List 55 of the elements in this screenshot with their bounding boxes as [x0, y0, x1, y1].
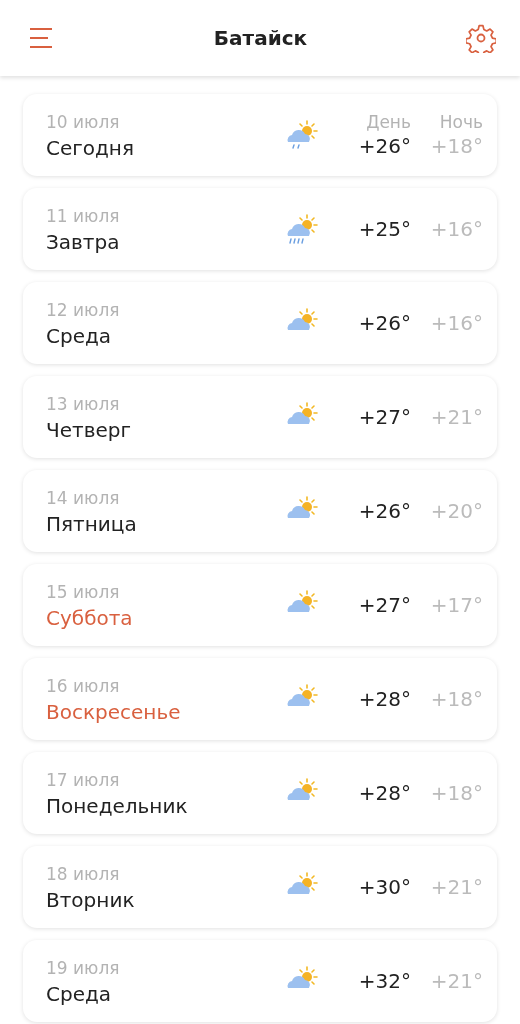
menu-icon[interactable]	[29, 27, 55, 49]
day-name: Сегодня	[46, 136, 135, 160]
date-label: 16 июля	[46, 676, 121, 696]
day-temperature: +32°	[358, 969, 411, 993]
date-label: 17 июля	[46, 770, 121, 790]
day-card[interactable]: 17 июля Понедельник +28° +18°	[23, 752, 497, 834]
night-temperature: +16°	[430, 311, 483, 335]
night-temperature: +21°	[430, 969, 483, 993]
column-header: День	[366, 112, 411, 132]
city-title: Батайск	[213, 26, 308, 50]
night-temperature: +18°	[430, 781, 483, 805]
day-temperature: +26°	[358, 311, 411, 335]
day-name: Четверг	[46, 418, 132, 442]
day-card[interactable]: 12 июля Среда +26° +16°	[23, 282, 497, 364]
day-card[interactable]: 14 июля Пятница +26° +20°	[23, 470, 497, 552]
night-temperature: +20°	[430, 499, 483, 523]
day-card[interactable]: 18 июля Вторник +30° +21°	[23, 846, 497, 928]
day-card[interactable]: 13 июля Четверг +27° +21°	[23, 376, 497, 458]
day-temperature: +28°	[358, 687, 411, 711]
date-label: 13 июля	[46, 394, 121, 414]
day-temperature: +26°	[358, 134, 411, 158]
day-card[interactable]: 10 июля Сегодня День +26° Ночь +18°	[23, 94, 497, 176]
day-name: Понедельник	[46, 794, 189, 818]
date-label: 12 июля	[46, 300, 121, 320]
day-temperature: +30°	[358, 875, 411, 899]
day-temperature: +26°	[358, 499, 411, 523]
night-temperature: +18°	[430, 134, 483, 158]
day-temperature: +25°	[358, 217, 411, 241]
day-temperature: +27°	[358, 405, 411, 429]
day-card[interactable]: 19 июля Среда +32° +21°	[23, 940, 497, 1022]
date-label: 11 июля	[46, 206, 121, 226]
day-name: Вторник	[46, 888, 136, 912]
date-label: 14 июля	[46, 488, 121, 508]
date-label: 19 июля	[46, 958, 121, 978]
day-name: Среда	[46, 982, 113, 1006]
column-header: Ночь	[439, 112, 483, 132]
day-name: Завтра	[46, 230, 121, 254]
night-temperature: +21°	[430, 875, 483, 899]
day-temperature: +27°	[358, 593, 411, 617]
date-label: 15 июля	[46, 582, 121, 602]
night-temperature: +21°	[430, 405, 483, 429]
day-name: Пятница	[46, 512, 138, 536]
date-label: 10 июля	[46, 112, 121, 132]
night-temperature: +18°	[430, 687, 483, 711]
day-name: Среда	[46, 324, 113, 348]
date-label: 18 июля	[46, 864, 121, 884]
day-card[interactable]: 11 июля Завтра +25° +16°	[23, 188, 497, 270]
day-name: Суббота	[46, 606, 134, 630]
settings-icon[interactable]	[466, 23, 496, 53]
night-temperature: +17°	[430, 593, 483, 617]
night-temperature: +16°	[430, 217, 483, 241]
day-card[interactable]: 16 июля Воскресенье +28° +18°	[23, 658, 497, 740]
day-temperature: +28°	[358, 781, 411, 805]
day-card[interactable]: 15 июля Суббота +27° +17°	[23, 564, 497, 646]
day-name: Воскресенье	[46, 700, 182, 724]
